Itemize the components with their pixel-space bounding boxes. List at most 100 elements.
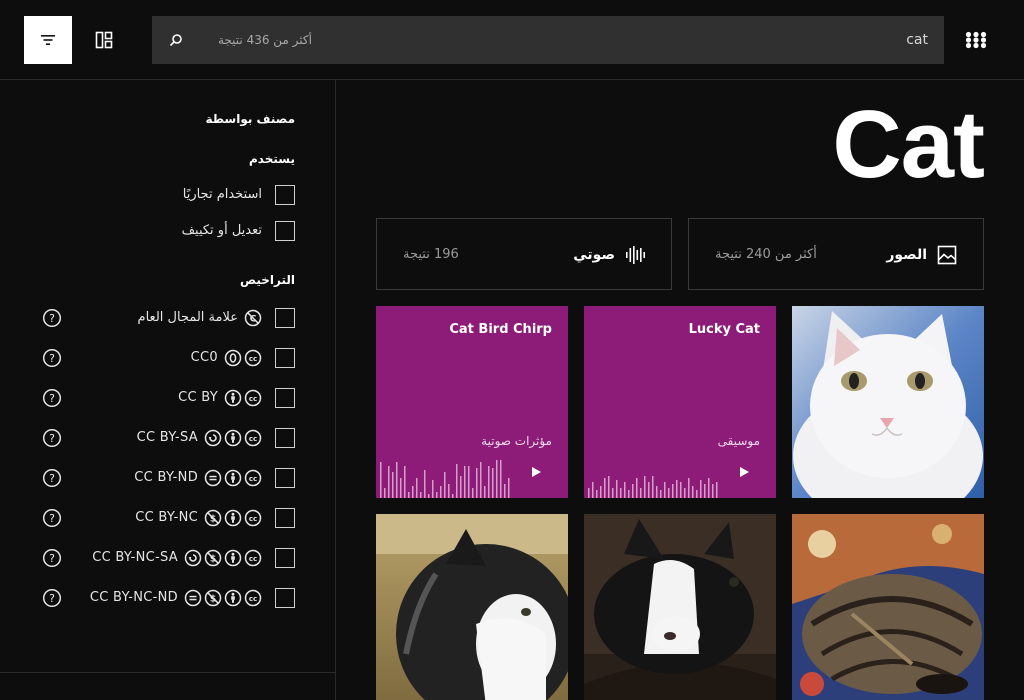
image-result-card[interactable] <box>792 306 984 498</box>
no-derivatives-icon <box>204 469 222 487</box>
svg-text:cc: cc <box>249 355 257 363</box>
use-option-commercial: استخدام تجاريًا <box>36 184 295 206</box>
sidebar-divider <box>0 672 335 673</box>
svg-text:cc: cc <box>249 395 257 403</box>
use-heading: يستخدم <box>249 152 295 166</box>
audio-category: موسيقى <box>717 434 760 448</box>
filters-sidebar: مصنف بواسطة يستخدم استخدام تجاريًا تعديل… <box>0 80 336 700</box>
attribution-icon <box>224 549 242 567</box>
menu-button[interactable] <box>956 20 996 60</box>
license-label: CC BY <box>178 390 218 405</box>
cc-icon: cc <box>244 509 262 527</box>
search-input[interactable] <box>528 16 928 64</box>
waveform <box>588 476 718 498</box>
checkbox[interactable] <box>275 221 295 241</box>
use-option-modify: تعديل أو تكييف <box>36 220 295 242</box>
cc-icon: cc <box>244 589 262 607</box>
play-icon[interactable] <box>736 464 752 480</box>
svg-text:?: ? <box>49 512 55 525</box>
audio-category: مؤثرات صوتية <box>481 434 552 448</box>
menu-dots-icon <box>965 31 987 49</box>
image-result-card[interactable] <box>584 514 776 700</box>
grid-layout-icon <box>95 31 113 49</box>
checkbox[interactable] <box>275 348 295 368</box>
search-button[interactable] <box>152 16 200 64</box>
type-card-label: الصور <box>886 247 927 263</box>
checkbox[interactable] <box>275 588 295 608</box>
help-icon[interactable]: ? <box>42 348 62 368</box>
licenses-heading: التراخيص <box>239 273 295 287</box>
cc-icon: cc <box>244 349 262 367</box>
share-alike-icon <box>184 549 202 567</box>
play-icon[interactable] <box>528 464 544 480</box>
cc-icon: cc <box>244 549 262 567</box>
license-option-cc-by-nc-nd: $ cc CC BY-NC-ND ? <box>36 587 295 609</box>
help-icon[interactable]: ? <box>42 508 62 528</box>
cc-icon: cc <box>244 469 262 487</box>
attribution-icon <box>224 469 242 487</box>
svg-text:?: ? <box>49 592 55 605</box>
license-label: CC BY-NC <box>135 510 198 525</box>
layout-toggle-button[interactable] <box>80 16 128 64</box>
share-alike-icon <box>204 429 222 447</box>
license-label: CC BY-NC-ND <box>89 590 178 605</box>
attribution-icon <box>224 589 242 607</box>
checkbox[interactable] <box>275 388 295 408</box>
help-icon[interactable]: ? <box>42 548 62 568</box>
checkbox[interactable] <box>275 428 295 448</box>
license-option-cc-by-nd: cc CC BY-ND ? <box>36 467 295 489</box>
header: أكثر من 436 نتيجة <box>0 0 1024 80</box>
checkbox[interactable] <box>275 508 295 528</box>
audio-result-card[interactable]: Lucky Cat موسيقى <box>584 306 776 498</box>
audio-title: Cat Bird Chirp <box>449 322 552 337</box>
license-option-cc-by: cc CC BY ? <box>36 387 295 409</box>
help-icon[interactable]: ? <box>42 468 62 488</box>
non-commercial-icon: $ <box>204 509 222 527</box>
attribution-icon <box>224 389 242 407</box>
type-card-images[interactable]: الصور أكثر من 240 نتيجة <box>688 218 984 290</box>
license-label: علامة المجال العام <box>137 310 238 325</box>
type-card-label: صوتي <box>573 247 615 263</box>
svg-text:cc: cc <box>249 475 257 483</box>
audio-result-card[interactable]: Cat Bird Chirp مؤثرات صوتية <box>376 306 568 498</box>
help-icon[interactable]: ? <box>42 428 62 448</box>
sort-heading: مصنف بواسطة <box>205 112 295 126</box>
checkbox[interactable] <box>275 468 295 488</box>
waveform <box>380 460 510 498</box>
svg-text:?: ? <box>49 312 55 325</box>
svg-text:cc: cc <box>249 595 257 603</box>
filter-toggle-button[interactable] <box>24 16 72 64</box>
help-icon[interactable]: ? <box>42 308 62 328</box>
checkbox[interactable] <box>275 185 295 205</box>
license-option-cc0: cc CC0 ? <box>36 347 295 369</box>
svg-text:?: ? <box>49 352 55 365</box>
license-label: CC0 <box>190 350 218 365</box>
svg-text:?: ? <box>49 432 55 445</box>
public-domain-icon: C <box>244 309 262 327</box>
checkbox[interactable] <box>275 548 295 568</box>
attribution-icon <box>224 429 242 447</box>
search-bar: أكثر من 436 نتيجة <box>152 16 944 64</box>
non-commercial-icon: $ <box>204 589 222 607</box>
license-option-pdm: C علامة المجال العام ? <box>36 307 295 329</box>
use-option-label: تعديل أو تكييف <box>181 223 262 238</box>
svg-text:cc: cc <box>249 515 257 523</box>
image-result-card[interactable] <box>792 514 984 700</box>
type-card-count: أكثر من 240 نتيجة <box>715 247 817 262</box>
image-icon <box>937 245 957 265</box>
type-card-audio[interactable]: صوتي 196 نتيجة <box>376 218 672 290</box>
cc-icon: cc <box>244 429 262 447</box>
license-option-cc-by-sa: cc CC BY-SA ? <box>36 427 295 449</box>
license-option-cc-by-nc: $ cc CC BY-NC ? <box>36 507 295 529</box>
checkbox[interactable] <box>275 308 295 328</box>
use-option-label: استخدام تجاريًا <box>182 187 262 202</box>
license-option-cc-by-nc-sa: $ cc CC BY-NC-SA ? <box>36 547 295 569</box>
page-title: Cat <box>832 91 985 198</box>
license-label: CC BY-ND <box>134 470 198 485</box>
help-icon[interactable]: ? <box>42 388 62 408</box>
image-result-card[interactable] <box>376 514 568 700</box>
help-icon[interactable]: ? <box>42 588 62 608</box>
type-card-count: 196 نتيجة <box>403 247 459 262</box>
attribution-icon <box>224 509 242 527</box>
audio-title: Lucky Cat <box>688 322 760 337</box>
